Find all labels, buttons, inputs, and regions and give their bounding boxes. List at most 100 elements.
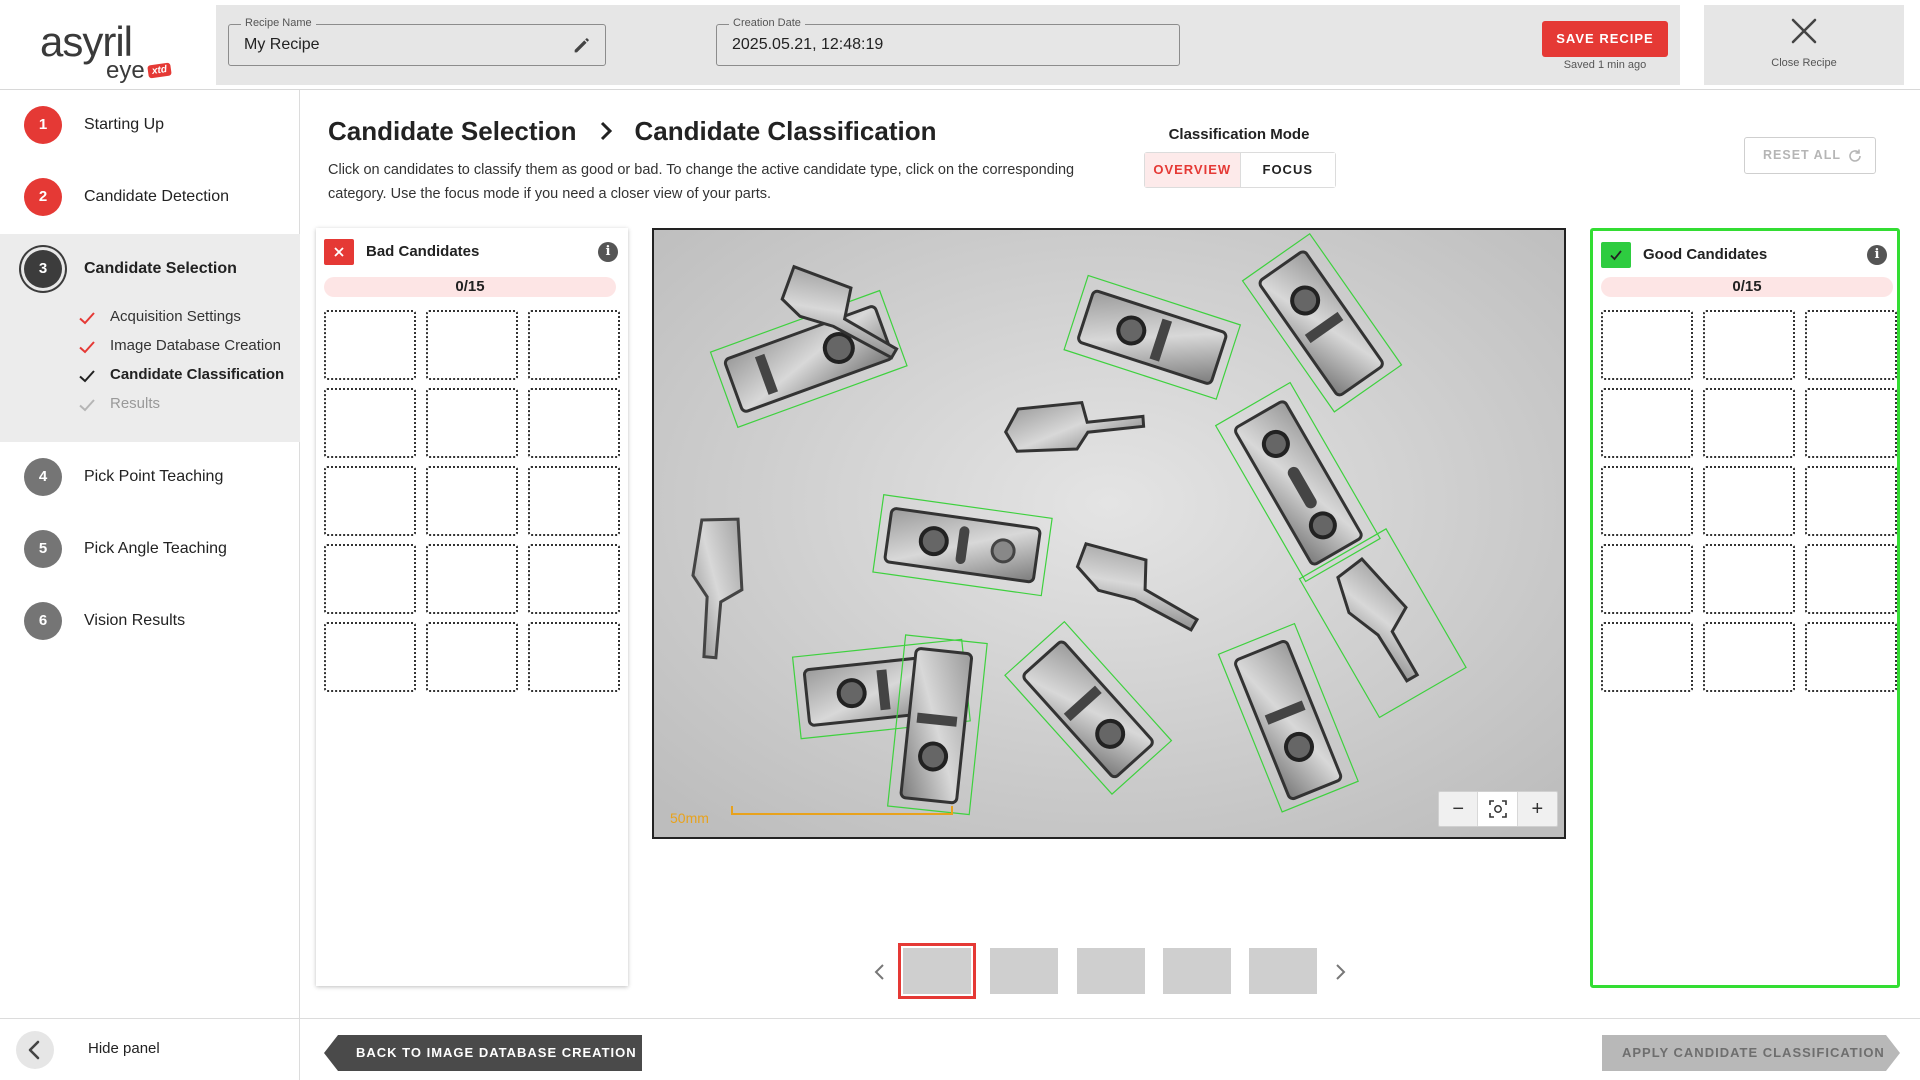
next-image-icon[interactable]: [1332, 962, 1348, 982]
candidate-image-viewer[interactable]: 50mm − +: [652, 228, 1566, 839]
creation-date-field: Creation Date 2025.05.21, 12:48:19: [716, 17, 1180, 66]
previous-image-icon[interactable]: [872, 962, 888, 982]
recipe-name-label: Recipe Name: [241, 17, 316, 29]
info-icon[interactable]: i: [1867, 245, 1887, 265]
hide-panel-button[interactable]: [16, 1031, 54, 1069]
check-icon: [1610, 250, 1622, 261]
candidate-slot[interactable]: [528, 466, 620, 536]
breadcrumb: Candidate Selection Candidate Classifica…: [328, 114, 936, 148]
image-thumbnail[interactable]: [1163, 948, 1231, 994]
candidate-slot[interactable]: [1601, 388, 1693, 458]
candidate-slot[interactable]: [1703, 388, 1795, 458]
creation-date-label: Creation Date: [729, 17, 805, 29]
page-title: Candidate Classification: [634, 115, 937, 146]
back-to-image-database-button[interactable]: BACK TO IMAGE DATABASE CREATION: [324, 1035, 642, 1071]
candidate-slot[interactable]: [324, 466, 416, 536]
sidebar-step-candidate-detection[interactable]: 2 Candidate Detection: [0, 162, 300, 222]
logo-sub-text: eye: [106, 57, 145, 84]
candidate-slot[interactable]: [1703, 310, 1795, 380]
candidate-slot[interactable]: [324, 544, 416, 614]
instructions-text: Click on candidates to classify them as …: [328, 162, 1075, 202]
sidebar-step-starting-up[interactable]: 1 Starting Up: [0, 90, 300, 150]
zoom-controls: − +: [1438, 791, 1558, 827]
refresh-icon: [1849, 149, 1861, 162]
classification-mode-toggle: OVERVIEW FOCUS: [1144, 152, 1336, 188]
image-thumbnail[interactable]: [1249, 948, 1317, 994]
pencil-icon[interactable]: [571, 34, 593, 56]
chevron-left-icon: [28, 1040, 40, 1060]
candidate-slot[interactable]: [528, 622, 620, 692]
close-recipe-label: Close Recipe: [1771, 57, 1837, 69]
candidate-slot[interactable]: [426, 388, 518, 458]
candidate-slot[interactable]: [426, 544, 518, 614]
candidate-slot[interactable]: [324, 388, 416, 458]
candidate-slot[interactable]: [1805, 388, 1897, 458]
candidate-slot[interactable]: [1601, 310, 1693, 380]
close-icon: [1791, 18, 1817, 44]
candidate-slot[interactable]: [1601, 622, 1693, 692]
step-number-badge: 3: [24, 250, 62, 288]
step-label: Starting Up: [84, 116, 165, 133]
step-label: Candidate Selection: [84, 260, 237, 277]
apply-candidate-classification-button[interactable]: APPLY CANDIDATE CLASSIFICATION: [1602, 1035, 1900, 1071]
zoom-in-button[interactable]: +: [1518, 792, 1557, 826]
close-icon: [334, 247, 344, 257]
candidate-slot[interactable]: [1601, 466, 1693, 536]
info-icon[interactable]: i: [598, 242, 618, 262]
step-number-badge: 5: [24, 530, 62, 568]
substep-label: Candidate Classification: [110, 366, 285, 383]
zoom-out-button[interactable]: −: [1439, 792, 1479, 826]
image-thumbnail[interactable]: [1077, 948, 1145, 994]
good-category-badge: [1601, 242, 1631, 268]
parts-image[interactable]: [654, 230, 1564, 837]
candidate-slot[interactable]: [1703, 622, 1795, 692]
step-number-badge: 4: [24, 458, 62, 496]
zoom-fit-button[interactable]: [1478, 792, 1518, 826]
step-label: Candidate Detection: [84, 188, 229, 205]
creation-date-value: 2025.05.21, 12:48:19: [732, 36, 884, 53]
candidate-slot[interactable]: [528, 310, 620, 380]
good-candidates-panel[interactable]: Good Candidates i 0/15: [1590, 228, 1900, 988]
candidate-slot[interactable]: [528, 388, 620, 458]
image-thumbnail[interactable]: [898, 943, 976, 999]
candidate-slot[interactable]: [324, 622, 416, 692]
recipe-name-value: My Recipe: [244, 36, 320, 53]
check-icon: [79, 370, 95, 383]
candidate-slot[interactable]: [324, 310, 416, 380]
check-icon: [79, 399, 95, 412]
image-thumbnail[interactable]: [990, 948, 1058, 994]
candidate-slot[interactable]: [426, 466, 518, 536]
sidebar-step-candidate-selection[interactable]: 3 Candidate Selection: [0, 234, 300, 294]
save-recipe-button[interactable]: SAVE RECIPE: [1542, 21, 1668, 57]
bad-candidates-panel[interactable]: Bad Candidates i 0/15: [316, 228, 628, 986]
recipe-name-field[interactable]: Recipe Name My Recipe: [228, 17, 606, 66]
bad-category-badge: [324, 239, 354, 265]
candidate-slot[interactable]: [1703, 544, 1795, 614]
saved-status: Saved 1 min ago: [1563, 59, 1647, 71]
sidebar-step-vision-results[interactable]: 6 Vision Results: [0, 586, 300, 646]
candidate-slot[interactable]: [1805, 310, 1897, 380]
good-candidates-title: Good Candidates: [1643, 246, 1768, 263]
scale-bar-label: 50mm: [670, 810, 709, 826]
substep-label: Results: [110, 395, 161, 412]
substep-label: Acquisition Settings: [110, 308, 241, 325]
close-recipe-button[interactable]: Close Recipe: [1704, 5, 1904, 85]
candidate-slot[interactable]: [1805, 544, 1897, 614]
reset-all-button[interactable]: RESET ALL: [1744, 137, 1876, 174]
candidate-slot[interactable]: [1703, 466, 1795, 536]
sidebar-footer: Hide panel: [0, 1018, 300, 1080]
sidebar-step-pick-angle-teaching[interactable]: 5 Pick Angle Teaching: [0, 514, 300, 574]
sidebar-step-pick-point-teaching[interactable]: 4 Pick Point Teaching: [0, 442, 300, 502]
candidate-slot[interactable]: [1805, 466, 1897, 536]
bad-candidates-title: Bad Candidates: [366, 243, 480, 260]
classification-mode-title: Classification Mode: [1168, 126, 1310, 143]
candidate-slot[interactable]: [528, 544, 620, 614]
mode-focus-button[interactable]: FOCUS: [1239, 153, 1335, 187]
candidate-slot[interactable]: [1805, 622, 1897, 692]
candidate-slot[interactable]: [426, 622, 518, 692]
candidate-slot[interactable]: [1601, 544, 1693, 614]
fit-view-icon: [1488, 800, 1507, 818]
mode-overview-button[interactable]: OVERVIEW: [1145, 153, 1240, 187]
step-label: Vision Results: [84, 612, 186, 629]
candidate-slot[interactable]: [426, 310, 518, 380]
